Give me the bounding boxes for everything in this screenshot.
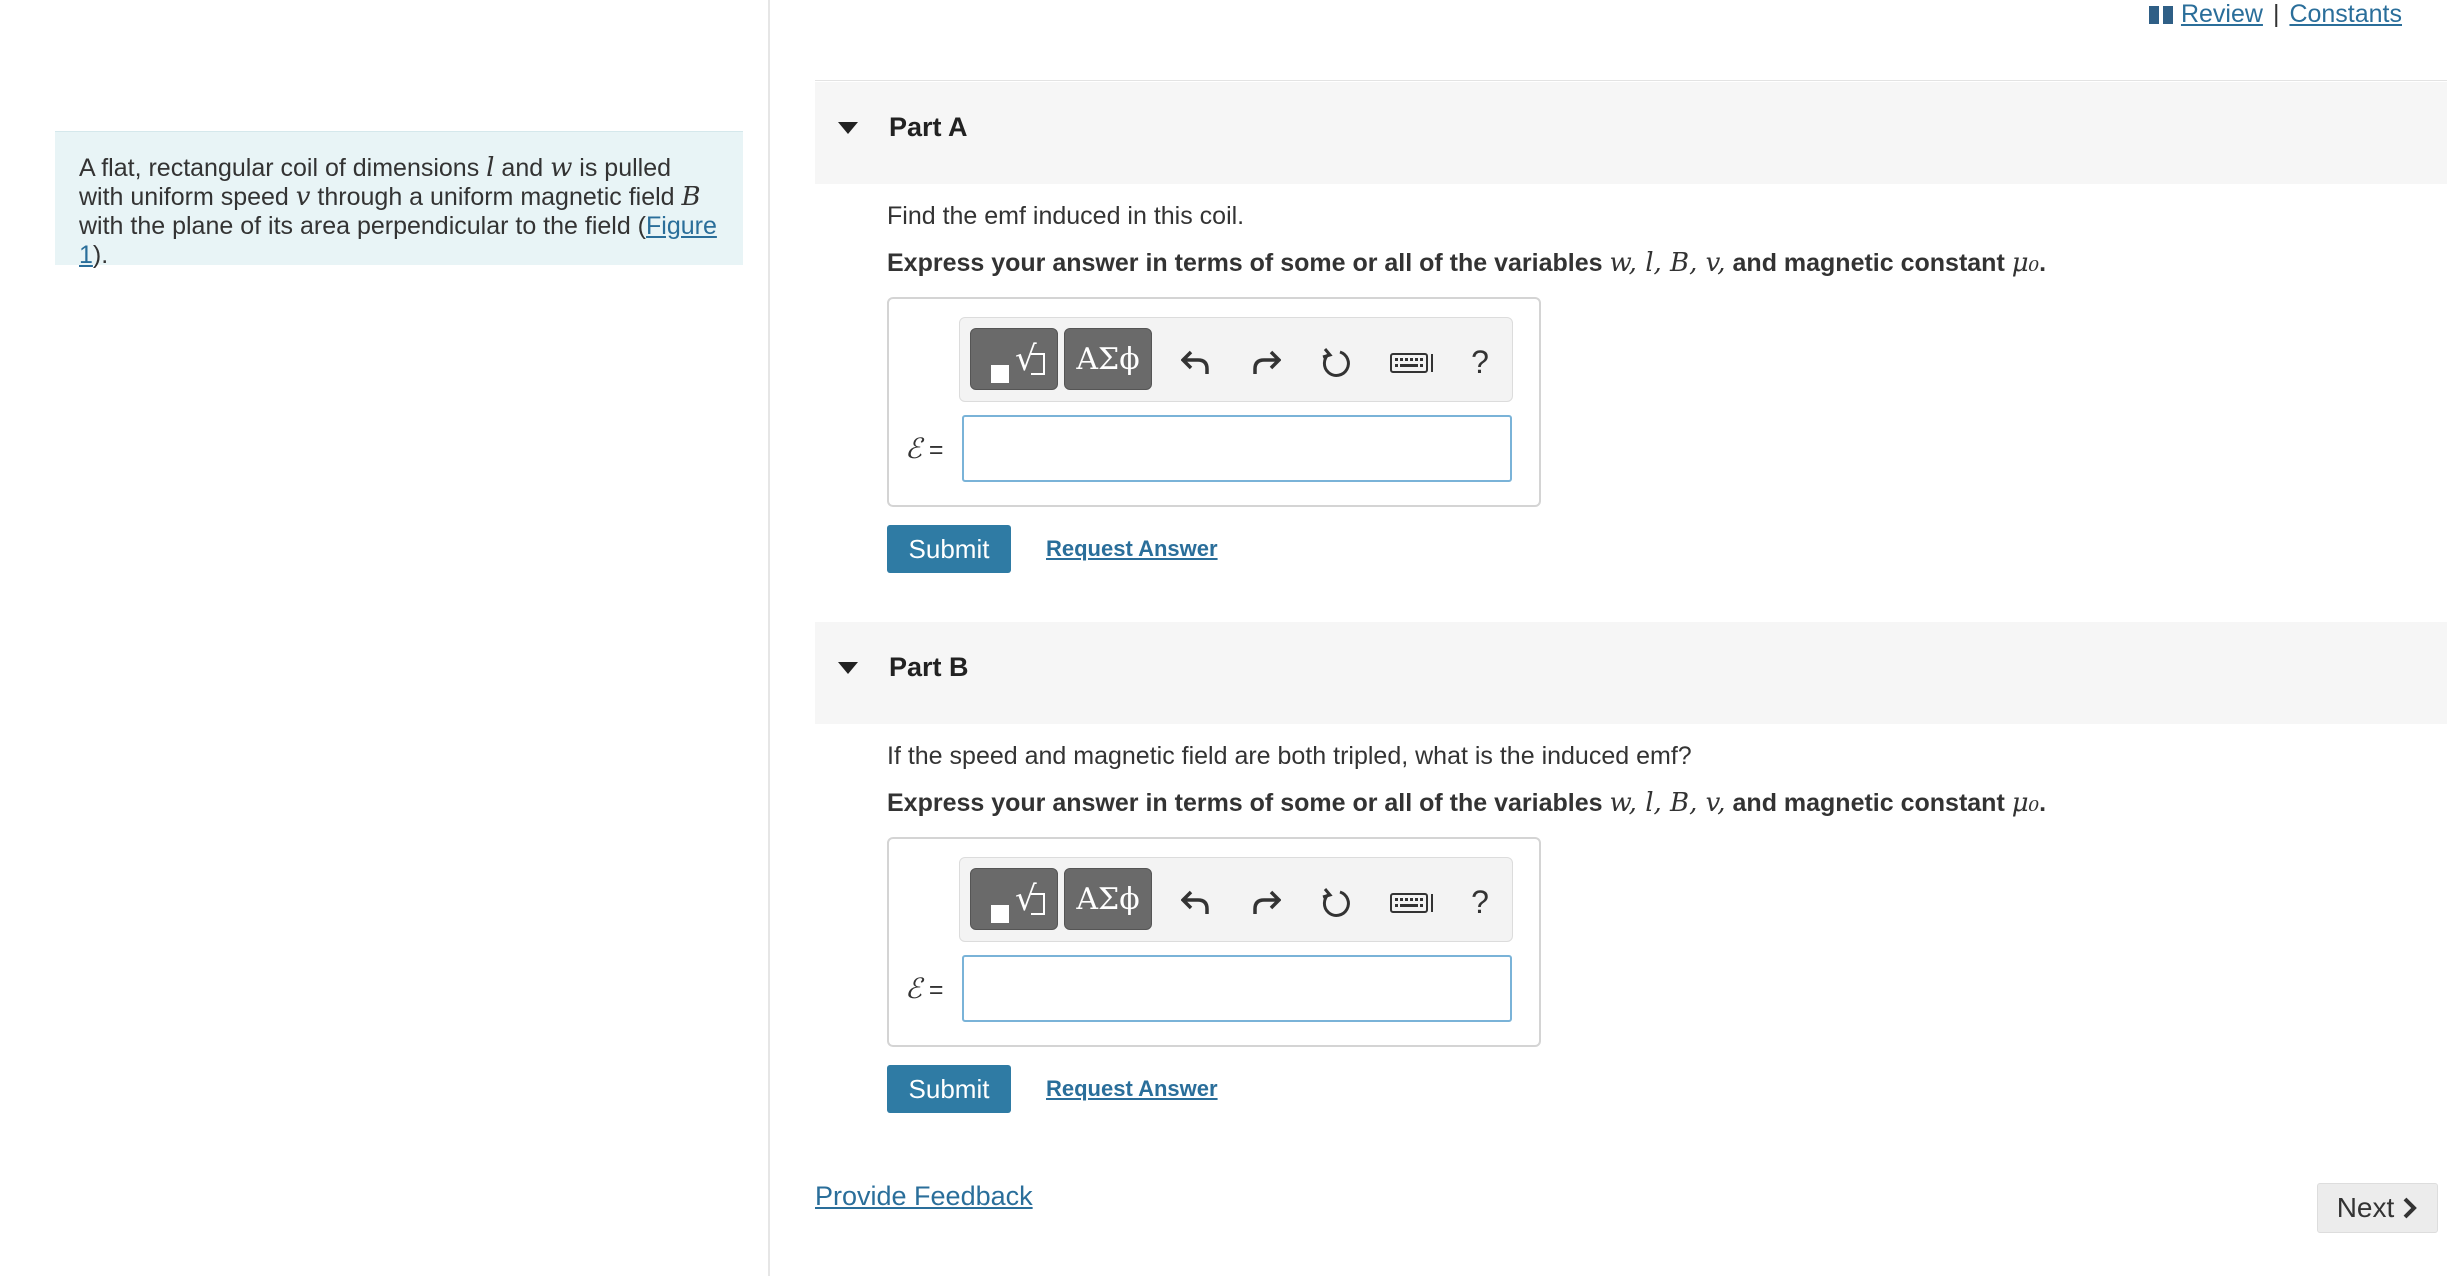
instruction-text: Express your answer in terms of some or …: [887, 249, 1603, 277]
mu-zero: μ₀: [2011, 248, 2040, 278]
part-a-answer-box: √ ΑΣϕ ? ℰ =: [887, 297, 1541, 507]
keyboard-icon[interactable]: [1388, 340, 1444, 384]
help-label: ?: [1471, 883, 1489, 920]
template-button[interactable]: √: [970, 328, 1058, 390]
problem-text: with the plane of its area perpendicular…: [79, 212, 647, 240]
answer-label: ℰ =: [905, 432, 944, 465]
reset-icon[interactable]: [1316, 340, 1356, 384]
part-a-instruction: Express your answer in terms of some or …: [887, 248, 2046, 278]
part-a-title: Part A: [889, 112, 968, 142]
redo-icon[interactable]: [1246, 340, 1286, 384]
undo-icon[interactable]: [1176, 880, 1216, 924]
template-icon: [991, 905, 1009, 923]
problem-text: through a uniform magnetic field: [310, 183, 682, 211]
problem-text: A flat, rectangular coil of dimensions: [79, 154, 487, 182]
reset-icon[interactable]: [1316, 880, 1356, 924]
part-b-header[interactable]: Part B: [815, 622, 2447, 724]
instruction-tail: and magnetic constant: [1732, 249, 2005, 277]
problem-text: and: [494, 154, 551, 182]
var-B: B: [681, 182, 701, 212]
help-label: ?: [1471, 343, 1489, 380]
help-icon[interactable]: ?: [1460, 880, 1500, 924]
review-label: Review: [2180, 0, 2263, 28]
variables-list: w, l, B, v,: [1609, 788, 1726, 818]
problem-statement: A flat, rectangular coil of dimensions l…: [55, 131, 743, 269]
greek-icon: ΑΣϕ: [1076, 341, 1140, 377]
review-link[interactable]: Review: [2148, 0, 2263, 29]
provide-feedback-link[interactable]: Provide Feedback: [815, 1181, 1033, 1212]
mu-zero: μ₀: [2011, 788, 2040, 818]
top-links: Review | Constants: [2148, 0, 2402, 29]
caret-down-icon[interactable]: [838, 122, 858, 134]
part-a-submit-button[interactable]: Submit: [887, 525, 1011, 573]
instruction-end: .: [2039, 789, 2047, 817]
part-b-submit-button[interactable]: Submit: [887, 1065, 1011, 1113]
math-toolbar: √ ΑΣϕ ?: [959, 317, 1513, 402]
emf-symbol: ℰ: [905, 972, 922, 1005]
book-icon: [2148, 5, 2173, 24]
part-a-header[interactable]: Part A: [815, 82, 2447, 184]
part-a-request-answer-link[interactable]: Request Answer: [1046, 536, 1218, 562]
undo-icon[interactable]: [1176, 340, 1216, 384]
var-v: v: [295, 182, 311, 212]
answer-label: ℰ =: [905, 972, 944, 1005]
variables-list: w, l, B, v,: [1609, 248, 1726, 278]
instruction-tail: and magnetic constant: [1732, 789, 2005, 817]
separator: |: [2272, 0, 2280, 28]
problem-text: ).: [92, 241, 109, 269]
equals-sign: =: [921, 436, 944, 464]
greek-button[interactable]: ΑΣϕ: [1064, 328, 1152, 390]
part-b-title: Part B: [889, 652, 969, 682]
part-b-instruction: Express your answer in terms of some or …: [887, 788, 2046, 818]
constants-link[interactable]: Constants: [2289, 0, 2402, 29]
part-a-answer-input[interactable]: [962, 415, 1512, 482]
template-button[interactable]: √: [970, 868, 1058, 930]
part-b-answer-input[interactable]: [962, 955, 1512, 1022]
redo-icon[interactable]: [1246, 880, 1286, 924]
next-button[interactable]: Next: [2317, 1183, 2438, 1233]
next-label: Next: [2336, 1192, 2395, 1223]
greek-button[interactable]: ΑΣϕ: [1064, 868, 1152, 930]
keyboard-icon[interactable]: [1388, 880, 1444, 924]
radical-box: [1031, 893, 1045, 915]
instruction-text: Express your answer in terms of some or …: [887, 789, 1603, 817]
part-b-question: If the speed and magnetic field are both…: [887, 742, 1692, 770]
greek-icon: ΑΣϕ: [1076, 881, 1140, 917]
divider: [815, 80, 2447, 81]
help-icon[interactable]: ?: [1460, 340, 1500, 384]
var-w: w: [550, 153, 573, 183]
equals-sign: =: [921, 976, 944, 1004]
chevron-right-icon: [2403, 1197, 2418, 1219]
radical-box: [1031, 353, 1045, 375]
math-toolbar: √ ΑΣϕ ?: [959, 857, 1513, 942]
template-icon: [991, 365, 1009, 383]
part-a-question: Find the emf induced in this coil.: [887, 202, 1245, 230]
emf-symbol: ℰ: [905, 432, 922, 465]
part-b-answer-box: √ ΑΣϕ ? ℰ =: [887, 837, 1541, 1047]
instruction-end: .: [2039, 249, 2047, 277]
part-b-request-answer-link[interactable]: Request Answer: [1046, 1076, 1218, 1102]
caret-down-icon[interactable]: [838, 662, 858, 674]
